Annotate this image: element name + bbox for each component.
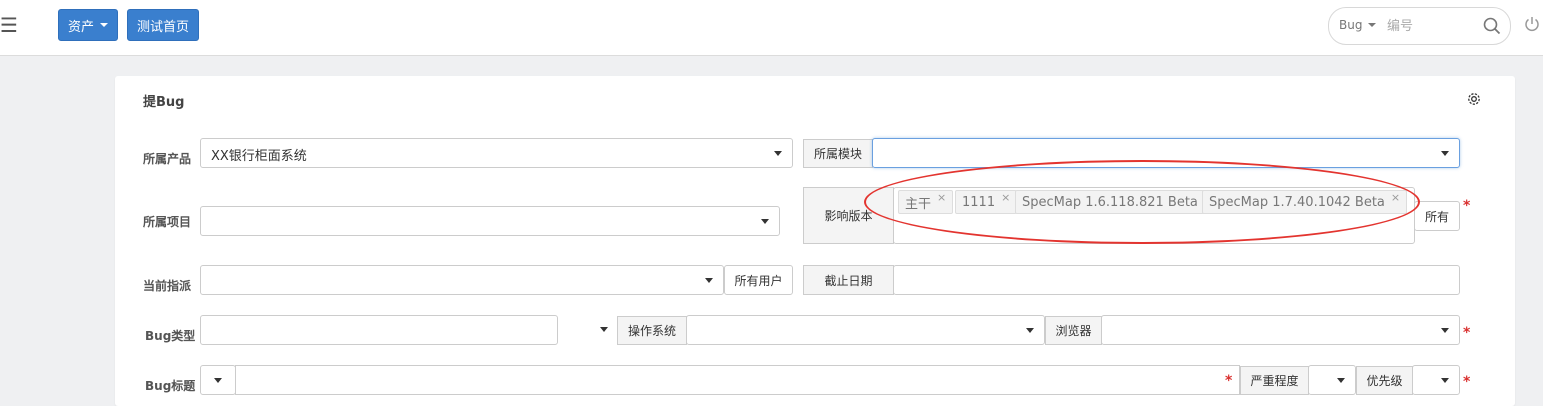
bug-title-input[interactable] [235,365,1240,395]
version-tag: SpecMap 1.7.40.1042 Beta × [1202,190,1408,214]
product-label: 所属产品 [143,152,192,166]
browser-select[interactable] [1101,315,1460,345]
assign-label: 当前指派 [143,279,192,293]
project-label: 所属项目 [143,215,192,229]
product-select[interactable]: XX银行柜面系统 [200,138,793,168]
version-tag-label: SpecMap 1.7.40.1042 Beta [1209,194,1385,210]
caret-down-icon [1337,378,1345,383]
severity-label: 严重程度 [1240,366,1309,395]
assign-select[interactable] [200,265,724,295]
caret-down-icon [774,151,782,156]
remove-tag-icon[interactable]: × [937,191,946,204]
bug-type-select[interactable] [200,315,558,345]
required-mark: * [1225,373,1233,389]
module-label: 所属模块 [803,139,873,168]
deadline-input[interactable] [893,265,1460,295]
severity-select[interactable] [1308,365,1356,395]
caret-down-icon [100,23,108,27]
title-color-dropdown[interactable] [200,365,236,395]
caret-down-icon[interactable] [600,327,608,332]
caret-down-icon [1368,23,1377,27]
product-value: XX银行柜面系统 [211,149,307,164]
test-home-button[interactable]: 测试首页 [127,9,199,41]
priority-label: 优先级 [1356,366,1413,395]
caret-down-icon [1441,328,1449,333]
remove-tag-icon[interactable]: × [1391,191,1400,204]
version-tag-label: SpecMap 1.6.118.821 Beta [1022,194,1198,210]
version-tag-label: 1111 [962,194,996,210]
priority-select[interactable] [1412,365,1460,395]
caret-down-icon [1441,378,1449,383]
caret-down-icon [761,219,769,224]
module-select[interactable] [872,138,1460,168]
required-mark: * [1463,198,1471,214]
assets-label: 资产 [67,19,94,35]
os-label: 操作系统 [617,316,687,345]
project-select[interactable] [200,206,780,236]
version-tag: 主干 × [898,190,954,214]
search-type-label: Bug [1339,18,1363,32]
required-mark: * [1463,325,1471,341]
required-mark: * [1463,374,1471,390]
remove-tag-icon[interactable]: × [1001,191,1010,204]
os-select[interactable] [686,315,1045,345]
browser-label: 浏览器 [1045,316,1102,345]
version-tag-label: 主干 [905,196,932,212]
page-title: 提Bug [143,95,185,110]
deadline-label: 截止日期 [803,265,894,295]
menu-icon[interactable]: ☰ [0,14,18,36]
version-tag: SpecMap 1.6.118.821 Beta× [1015,190,1221,214]
search-box: Bug [1328,7,1511,45]
gear-icon[interactable] [1466,91,1482,107]
top-navbar: ☰ 资产 测试首页 Bug [0,0,1543,56]
caret-down-icon [1441,151,1449,156]
search-input[interactable] [1385,15,1477,37]
assets-dropdown-button[interactable]: 资产 [58,9,118,41]
caret-down-icon [1026,328,1034,333]
caret-down-icon [214,378,222,383]
version-label: 影响版本 [803,187,894,244]
search-type-dropdown[interactable]: Bug [1339,18,1377,32]
bug-title-label: Bug标题 [145,379,196,393]
caret-down-icon [705,278,713,283]
bug-type-label: Bug类型 [145,329,196,343]
search-icon[interactable] [1483,17,1501,35]
power-icon[interactable] [1523,15,1541,33]
version-tag: 1111 × [955,190,1018,214]
all-users-button[interactable]: 所有用户 [724,265,793,295]
all-versions-button[interactable]: 所有 [1414,201,1460,231]
